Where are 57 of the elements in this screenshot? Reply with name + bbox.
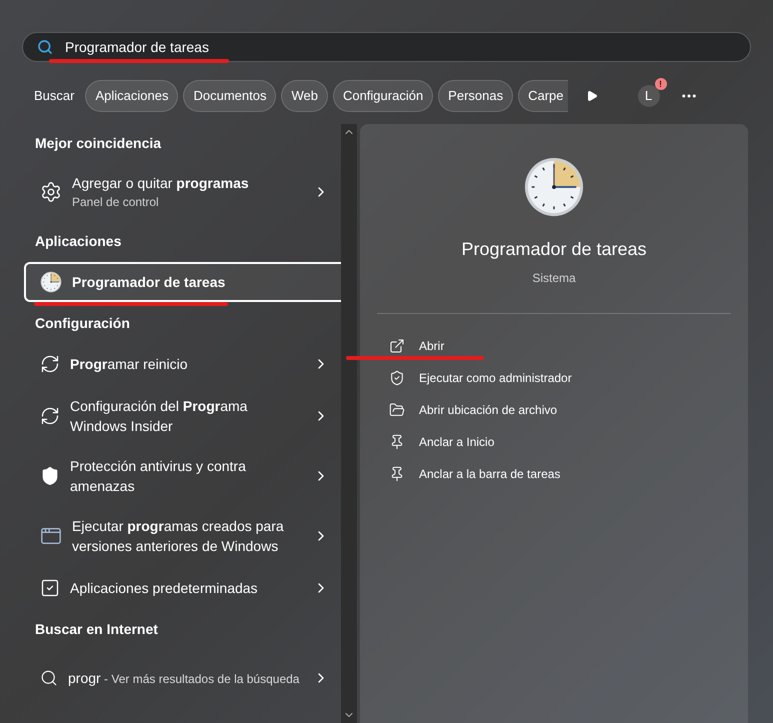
filter-chip[interactable]: Documentos	[183, 80, 276, 112]
pin-icon	[389, 466, 405, 482]
result-item[interactable]: Programador de tareas	[24, 262, 341, 302]
clock-icon	[40, 271, 62, 293]
result-item[interactable]: progr - Ver más resultados de la búsqueda	[24, 648, 341, 708]
scrollbar[interactable]	[341, 124, 357, 723]
result-subtitle: Panel de control	[72, 194, 160, 211]
gear-icon	[40, 181, 62, 203]
action-item[interactable]: Abrir	[360, 330, 748, 362]
result-item[interactable]: Agregar o quitar programas Panel de control	[24, 162, 341, 222]
filter-chip[interactable]: Carpe	[518, 80, 568, 112]
play-icon	[586, 90, 598, 102]
filter-chip[interactable]: Aplicaciones	[85, 80, 178, 112]
external-link-icon	[389, 338, 405, 354]
folder-icon	[389, 402, 405, 418]
section-header: Aplicaciones	[34, 232, 122, 251]
notification-badge: !	[654, 78, 667, 90]
clock-icon	[523, 156, 585, 218]
window-icon	[40, 525, 62, 547]
pin-icon	[389, 434, 405, 450]
result-title: progr	[68, 670, 101, 686]
filter-chip[interactable]: Personas	[438, 80, 514, 112]
section-header: Configuración	[34, 314, 131, 333]
result-title: Programar reinicio	[70, 355, 188, 374]
action-item[interactable]: Anclar a Inicio	[360, 426, 748, 458]
result-item[interactable]: Ejecutar programas creados para versiones anteriores de Windows	[24, 506, 341, 566]
result-title: Agregar o quitar programas	[72, 174, 250, 193]
shield-icon	[40, 466, 60, 486]
section-header: Mejor coincidencia	[34, 134, 162, 153]
app-title: Programador de tareas	[461, 238, 647, 261]
result-description: - Ver más resultados de la búsqueda	[103, 672, 300, 686]
search-query: Programador de tareas	[65, 38, 209, 57]
result-title: Configuración del Programa Windows Insider	[70, 397, 248, 436]
filter-chip[interactable]: Configuración	[332, 80, 434, 112]
result-item[interactable]: Configuración del Programa Windows Insider	[24, 386, 341, 446]
result-item[interactable]: Programar reinicio	[24, 344, 341, 384]
refresh-icon	[40, 354, 60, 374]
app-check-icon	[40, 578, 60, 598]
account-avatar[interactable]: L	[638, 85, 660, 107]
search-field[interactable]: Programador de tareas	[22, 32, 751, 62]
filter-chip[interactable]: Buscar	[28, 80, 80, 112]
action-item[interactable]: Anclar a la barra de tareas	[360, 458, 748, 490]
result-title: Protección antivirus y contra amenazas	[70, 457, 247, 496]
result-title: Ejecutar programas creados para versiones anteriores de Windows	[72, 517, 285, 556]
search-icon	[40, 669, 58, 687]
filter-chip[interactable]: Web	[281, 80, 328, 112]
result-item[interactable]: Aplicaciones predeterminadas	[24, 568, 341, 608]
result-title: Aplicaciones predeterminadas	[70, 579, 259, 598]
admin-shield-icon	[389, 370, 405, 386]
action-item[interactable]: Abrir ubicación de archivo	[360, 394, 748, 426]
section-header: Buscar en Internet	[34, 620, 159, 638]
app-category: Sistema	[532, 270, 576, 287]
search-icon	[37, 39, 53, 55]
result-item[interactable]: Protección antivirus y contra amenazas	[24, 446, 341, 506]
action-item[interactable]: Ejecutar como administrador	[360, 362, 748, 394]
result-title: Programador de tareas	[72, 273, 226, 292]
refresh-icon	[40, 406, 60, 426]
